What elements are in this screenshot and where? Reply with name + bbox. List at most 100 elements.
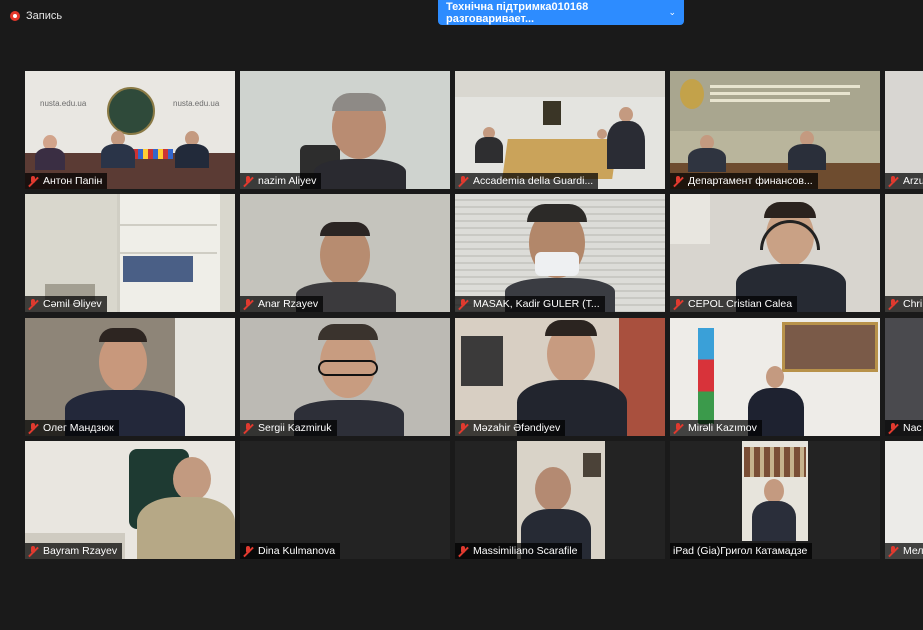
video-feed	[670, 318, 880, 436]
participant-nameplate: Mirəli Kazımov	[670, 420, 762, 436]
participant-nameplate: CEPOL Cristian Calea	[670, 296, 798, 312]
video-tile[interactable]: Accademia della Guardi...	[455, 71, 665, 189]
participant-name: nazim Aliyev	[258, 175, 317, 187]
video-tile[interactable]: Nac	[885, 318, 923, 436]
emblem-icon	[680, 79, 704, 109]
participant-nameplate: MASAK, Kadir GULER (T...	[455, 296, 605, 312]
video-feed	[240, 71, 450, 189]
participant-nameplate: Bayram Rzayev	[25, 543, 123, 559]
participant-nameplate: Мел	[885, 543, 923, 559]
participant-nameplate: Accademia della Guardi...	[455, 173, 599, 189]
participant-name: Олег Мандзюк	[43, 422, 114, 434]
chevron-down-icon: ⌄	[668, 7, 676, 17]
wall-logo-text-right: nusta.edu.ua	[173, 99, 220, 108]
muted-mic-icon	[28, 545, 39, 557]
recording-indicator[interactable]: Запись	[10, 10, 62, 22]
muted-mic-icon	[888, 422, 899, 434]
video-feed	[455, 441, 665, 559]
active-speaker-banner[interactable]: Технічна підтримка010168 разговаривает..…	[438, 0, 684, 25]
participant-nameplate: nazim Aliyev	[240, 173, 322, 189]
flag-icon	[698, 328, 714, 424]
participant-nameplate: Nac	[885, 420, 923, 436]
participant-nameplate: Департамент финансов...	[670, 173, 818, 189]
video-tile[interactable]: Dina Kulmanova	[240, 441, 450, 559]
participant-name: Sergii Kazmiruk	[258, 422, 332, 434]
video-tile[interactable]: CEPOL Cristian Calea	[670, 194, 880, 312]
video-tile[interactable]: MASAK, Kadir GULER (T...	[455, 194, 665, 312]
muted-mic-icon	[888, 545, 899, 557]
participant-name: Accademia della Guardi...	[473, 175, 594, 187]
wall-logo-text-left: nusta.edu.ua	[40, 99, 87, 108]
recording-label: Запись	[26, 10, 63, 22]
muted-mic-icon	[243, 422, 254, 434]
video-feed	[455, 71, 665, 189]
participant-nameplate: Massimiliano Scarafile	[455, 543, 583, 559]
video-tile[interactable]: Anar Rzayev	[240, 194, 450, 312]
video-feed	[25, 318, 235, 436]
participant-name: Massimiliano Scarafile	[473, 545, 578, 557]
video-tile[interactable]: nusta.edu.ua nusta.edu.ua Антон Папін	[25, 71, 235, 189]
muted-mic-icon	[458, 545, 469, 557]
participant-nameplate: Arzu	[885, 173, 923, 189]
participant-nameplate: Dina Kulmanova	[240, 543, 341, 559]
active-speaker-text: Технічна підтримка010168 разговаривает..…	[446, 0, 589, 25]
video-feed	[670, 71, 880, 189]
participant-name: Anar Rzayev	[258, 298, 319, 310]
video-tile[interactable]: Massimiliano Scarafile	[455, 441, 665, 559]
participant-name: iPad (Gia)Григол Катамадзе	[673, 545, 808, 557]
muted-mic-icon	[458, 422, 469, 434]
participant-name: Cəmil Əliyev	[43, 298, 102, 310]
video-feed	[25, 194, 235, 312]
muted-mic-icon	[673, 175, 684, 187]
participant-nameplate: Cəmil Əliyev	[25, 296, 107, 312]
muted-mic-icon	[28, 298, 39, 310]
muted-mic-icon	[28, 422, 39, 434]
participant-name: Mirəli Kazımov	[688, 422, 757, 434]
video-feed: nusta.edu.ua nusta.edu.ua	[25, 71, 235, 189]
video-feed	[25, 441, 235, 559]
participant-name: Департамент финансов...	[688, 175, 813, 187]
muted-mic-icon	[28, 175, 39, 187]
record-icon	[10, 11, 20, 21]
participant-name: Məzahir Əfəndiyev	[473, 422, 561, 434]
muted-mic-icon	[243, 298, 254, 310]
video-tile[interactable]: Məzahir Əfəndiyev	[455, 318, 665, 436]
participant-nameplate: Олег Мандзюк	[25, 420, 119, 436]
emblem-icon	[107, 87, 155, 135]
video-feed	[670, 441, 880, 559]
muted-mic-icon	[458, 298, 469, 310]
video-feed	[240, 194, 450, 312]
video-feed	[670, 194, 880, 312]
muted-mic-icon	[888, 298, 899, 310]
muted-mic-icon	[243, 545, 254, 557]
participant-name: Nac	[903, 422, 922, 434]
participant-nameplate: Anar Rzayev	[240, 296, 324, 312]
muted-mic-icon	[673, 422, 684, 434]
participant-nameplate: Sergii Kazmiruk	[240, 420, 337, 436]
muted-mic-icon	[243, 175, 254, 187]
participant-name: Антон Папін	[43, 175, 103, 187]
video-tile[interactable]: iPad (Gia)Григол Катамадзе	[670, 441, 880, 559]
participant-nameplate: iPad (Gia)Григол Катамадзе	[670, 543, 813, 559]
video-tile[interactable]: Mirəli Kazımov	[670, 318, 880, 436]
muted-mic-icon	[673, 298, 684, 310]
video-feed	[455, 318, 665, 436]
participant-name: CEPOL Cristian Calea	[688, 298, 793, 310]
participant-name: Chri	[903, 298, 923, 310]
video-tile[interactable]: Bayram Rzayev	[25, 441, 235, 559]
participant-nameplate: Антон Папін	[25, 173, 108, 189]
video-tile[interactable]: Мел	[885, 441, 923, 559]
participant-name: Bayram Rzayev	[43, 545, 118, 557]
participant-nameplate: Məzahir Əfəndiyev	[455, 420, 566, 436]
participant-name: Мел	[903, 545, 923, 557]
video-tile[interactable]: nazim Aliyev	[240, 71, 450, 189]
participant-name: Arzu	[903, 175, 923, 187]
video-tile[interactable]: Arzu	[885, 71, 923, 189]
video-tile[interactable]: Олег Мандзюк	[25, 318, 235, 436]
video-tile[interactable]: Департамент финансов...	[670, 71, 880, 189]
video-tile[interactable]: Sergii Kazmiruk	[240, 318, 450, 436]
video-tile[interactable]: Chri	[885, 194, 923, 312]
muted-mic-icon	[888, 175, 899, 187]
video-tile[interactable]: Cəmil Əliyev	[25, 194, 235, 312]
participant-name: MASAK, Kadir GULER (T...	[473, 298, 600, 310]
